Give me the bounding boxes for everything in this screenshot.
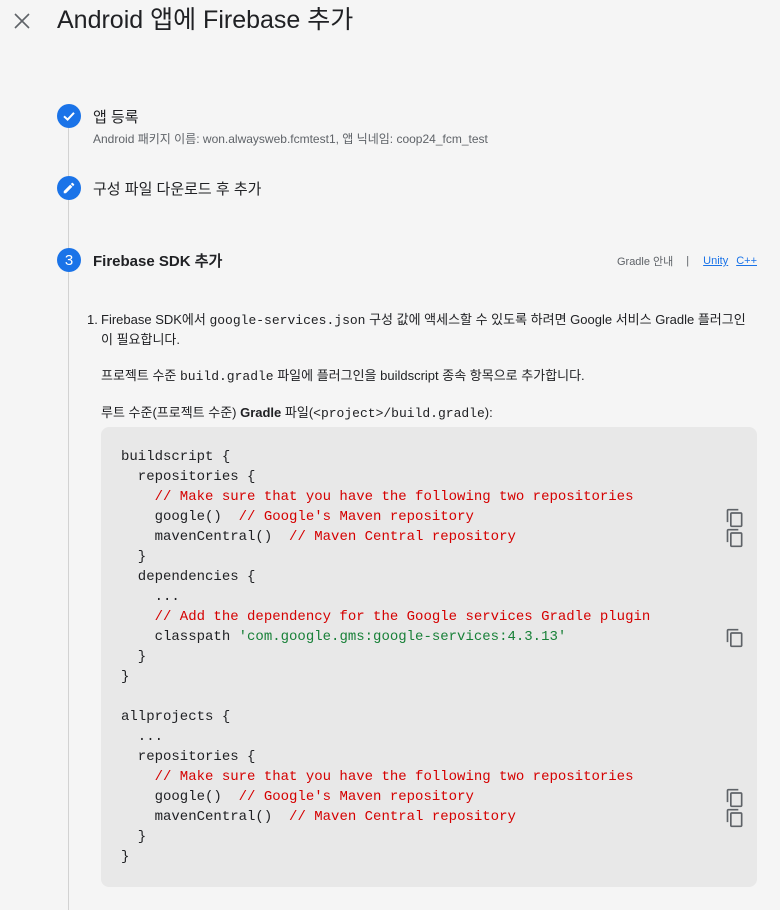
page-title: Android 앱에 Firebase 추가 [57,6,354,34]
text: Firebase SDK에서 [101,312,210,327]
code-line: classpath 'com.google.gms:google-service… [121,627,567,647]
code-line: dependencies { [121,567,256,587]
copy-button[interactable] [725,528,745,548]
instruction-paragraph-2: 프로젝트 수준 build.gradle 파일에 플러그인을 buildscri… [101,366,757,386]
step-3-number: 3 [64,251,74,269]
code-line: ... [121,727,163,747]
code-line: google() // Google's Maven repository [121,787,474,807]
check-icon [63,112,75,122]
guide-separator: | [686,255,690,267]
close-icon [14,13,30,29]
code-comment: // Google's Maven repository [221,509,474,525]
copy-button[interactable] [725,808,745,828]
code-line: } [121,667,129,687]
copy-button[interactable] [725,508,745,528]
code-text: mavenCentral() [121,529,273,545]
copy-icon [726,628,743,648]
code-comment: // Make sure that you have the following… [121,769,634,785]
code-line: buildscript { [121,447,230,467]
inline-code: <project>/build.gradle [313,406,485,421]
step-2-title: 구성 파일 다운로드 후 추가 [93,181,262,198]
code-text: } [121,849,130,865]
close-button[interactable] [10,9,34,33]
code-text: google() [121,789,222,805]
code-text: repositories { [121,749,256,765]
code-line: // Make sure that you have the following… [121,487,634,507]
code-comment: // Maven Central repository [272,809,516,825]
code-text: } [121,649,147,665]
code-text: dependencies { [121,569,256,585]
step-1-status [57,104,81,128]
text: 파일에 플러그인을 buildscript 종속 항목으로 추가합니다. [273,368,585,383]
code-text: } [121,669,130,685]
copy-icon [726,528,743,548]
text: 파일( [281,405,314,420]
code-line: mavenCentral() // Maven Central reposito… [121,807,516,827]
cpp-link[interactable]: C++ [736,255,757,267]
copy-icon [726,808,743,828]
code-text: allprojects { [121,709,231,725]
code-line: // Add the dependency for the Google ser… [121,607,651,627]
code-block: buildscript { repositories { // Make sur… [101,427,757,887]
code-line: } [121,847,129,867]
platform-guide: Gradle 안내 | Unity C++ [617,253,757,269]
copy-button[interactable] [725,788,745,808]
unity-link[interactable]: Unity [703,255,728,267]
text: ): [484,405,493,420]
step-1-subtitle: Android 패키지 이름: won.alwaysweb.fcmtest1, … [93,132,488,146]
code-text: ... [121,589,180,605]
code-line: google() // Google's Maven repository [121,507,474,527]
code-comment: // Add the dependency for the Google ser… [121,609,651,625]
copy-button[interactable] [725,628,745,648]
step-2-status[interactable] [57,176,81,200]
stepper-rail [68,128,69,910]
code-text: buildscript { [121,449,231,465]
code-text: repositories { [121,469,256,485]
code-line: allprojects { [121,707,230,727]
code-comment: // Google's Maven repository [221,789,474,805]
code-text: } [121,549,147,565]
text: 루트 수준(프로젝트 수준) [101,405,241,420]
copy-icon [726,788,743,808]
code-text: google() [121,509,222,525]
code-text: ... [121,729,164,745]
code-text: } [121,829,147,845]
code-text: mavenCentral() [121,809,273,825]
code-line: repositories { [121,467,256,487]
instructions: 1. Firebase SDK에서 google-services.json 구… [87,310,757,423]
bold-text: Gradle [240,405,282,420]
code-comment: // Make sure that you have the following… [121,489,634,505]
code-line: } [121,547,146,567]
code-comment: // Maven Central repository [272,529,516,545]
code-line: } [121,827,146,847]
code-text: classpath [121,629,239,645]
code-string: 'com.google.gms:google-services:4.3.13' [238,629,567,645]
gradle-guide-label: Gradle 안내 [616,256,674,268]
inline-code: build.gradle [179,369,274,384]
code-line: ... [121,587,180,607]
code-line: } [121,647,146,667]
copy-icon [726,508,743,528]
step-3-title: Firebase SDK 추가 [93,253,223,270]
pencil-icon [63,182,75,194]
list-number: 1. [87,312,98,327]
inline-code: google-services.json [209,313,366,328]
text: 프로젝트 수준 [101,368,180,383]
code-line: mavenCentral() // Maven Central reposito… [121,527,516,547]
step-3-status: 3 [57,248,81,272]
code-line: // Make sure that you have the following… [121,767,634,787]
step-1-title: 앱 등록 [93,109,139,126]
instruction-paragraph-3: 루트 수준(프로젝트 수준) Gradle 파일(<project>/build… [101,403,757,423]
instruction-paragraph-1: Firebase SDK에서 google-services.json 구성 값… [101,310,757,349]
code-line: repositories { [121,747,256,767]
